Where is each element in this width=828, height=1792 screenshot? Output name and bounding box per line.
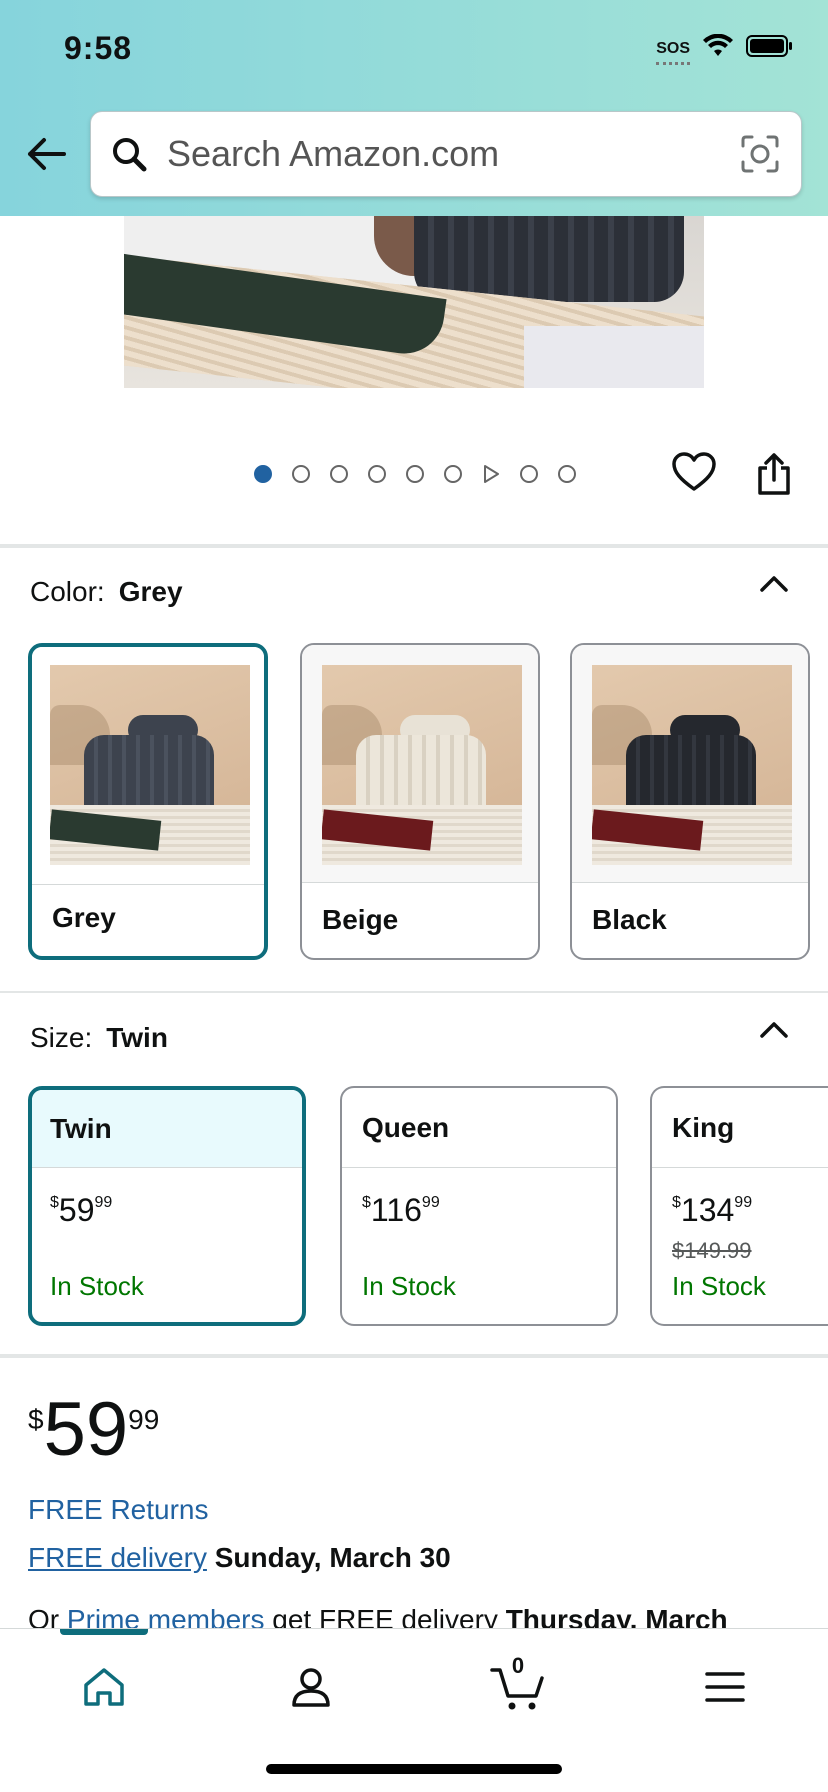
stock-status: In Stock — [672, 1271, 766, 1301]
color-option-label: Grey — [52, 902, 116, 933]
nav-active-indicator — [60, 1629, 148, 1635]
color-option-grey[interactable]: Grey — [28, 643, 268, 960]
nav-cart[interactable]: 0 — [488, 1653, 548, 1717]
price-currency: $ — [28, 1404, 44, 1435]
color-selected-value: Grey — [118, 576, 183, 607]
prime-text: get FREE delivery — [272, 1604, 498, 1630]
carousel-dot-3[interactable] — [330, 465, 348, 483]
nav-home[interactable] — [74, 1657, 134, 1717]
carousel-dot-9[interactable] — [558, 465, 576, 483]
swatch-area — [302, 645, 538, 883]
back-arrow-icon — [28, 138, 66, 170]
stock-status: In Stock — [50, 1271, 144, 1301]
share-icon — [758, 453, 790, 495]
price-whole: 59 — [43, 1387, 129, 1472]
color-thumbnail-black — [592, 665, 792, 865]
nav-account[interactable] — [281, 1657, 341, 1717]
chevron-up-icon — [760, 1022, 788, 1038]
swatch-area — [572, 645, 808, 883]
color-option-label: Beige — [322, 904, 399, 935]
size-option-price: $13499 — [672, 1192, 752, 1229]
color-thumbnail-grey — [50, 665, 250, 865]
collapse-size-button[interactable] — [756, 1012, 792, 1048]
wishlist-button[interactable] — [672, 452, 720, 498]
back-button[interactable] — [22, 130, 70, 178]
price-whole: 116 — [370, 1192, 422, 1228]
color-label-text: Color: — [30, 576, 105, 607]
battery-icon — [746, 34, 794, 63]
home-icon — [84, 1668, 124, 1706]
heart-icon — [672, 452, 716, 491]
swatch-area — [32, 647, 264, 885]
chevron-up-icon — [760, 576, 788, 592]
color-option-beige[interactable]: Beige — [300, 643, 540, 960]
carousel-dot-5[interactable] — [406, 465, 424, 483]
carousel-dot-6[interactable] — [444, 465, 462, 483]
free-returns-link[interactable]: FREE Returns — [28, 1494, 209, 1526]
size-option-price: $11699 — [362, 1192, 440, 1229]
size-option-price: $5999 — [50, 1192, 112, 1229]
price-fraction: 99 — [734, 1194, 753, 1211]
size-label-text: Size: — [30, 1022, 93, 1053]
search-input[interactable] — [167, 133, 707, 175]
header-bar: 9:58 SOS — [0, 0, 828, 216]
size-option-label: Queen — [342, 1088, 616, 1168]
search-icon — [109, 134, 149, 174]
size-option-label: Twin — [32, 1090, 302, 1168]
carousel-dot-1[interactable] — [254, 465, 272, 483]
price-fraction: 99 — [128, 1404, 160, 1435]
price-currency: $ — [672, 1194, 681, 1211]
size-option-twin[interactable]: Twin $5999 In Stock — [28, 1086, 306, 1326]
image-carousel-dots[interactable] — [254, 465, 596, 483]
size-selected-value: Twin — [106, 1022, 168, 1053]
price-currency: $ — [362, 1194, 371, 1211]
price-whole: 59 — [58, 1192, 95, 1228]
hero-pillow — [414, 216, 684, 302]
hero-mattress — [524, 326, 704, 388]
nav-menu[interactable] — [695, 1657, 755, 1717]
home-indicator — [266, 1764, 562, 1774]
size-option-king[interactable]: King $13499 $149.99 In Stock — [650, 1086, 828, 1326]
color-label: Color: Grey — [30, 576, 183, 608]
price-fraction: 99 — [94, 1194, 113, 1211]
search-bar[interactable] — [90, 111, 802, 197]
person-icon — [292, 1668, 330, 1707]
delivery-info: FREE delivery Sunday, March 30 — [28, 1542, 451, 1574]
price-fraction: 99 — [421, 1194, 440, 1211]
carousel-dot-8[interactable] — [520, 465, 538, 483]
wifi-icon — [702, 33, 734, 63]
status-icons: SOS — [656, 33, 794, 65]
carousel-dot-4[interactable] — [368, 465, 386, 483]
section-divider — [0, 544, 828, 548]
camera-search-icon[interactable] — [737, 131, 783, 177]
carousel-dot-2[interactable] — [292, 465, 310, 483]
video-play-icon[interactable] — [482, 465, 500, 483]
sos-indicator: SOS — [656, 39, 690, 65]
share-button[interactable] — [757, 452, 795, 498]
color-thumbnail-beige — [322, 665, 522, 865]
section-divider — [0, 991, 828, 993]
color-option-black[interactable]: Black — [570, 643, 810, 960]
price-currency: $ — [50, 1194, 59, 1211]
status-time: 9:58 — [64, 30, 133, 66]
list-price: $149.99 — [672, 1238, 752, 1263]
size-option-label: King — [652, 1088, 828, 1168]
section-divider — [0, 1354, 828, 1358]
hamburger-menu-icon — [705, 1672, 745, 1702]
cart-count: 0 — [511, 1653, 525, 1678]
product-image[interactable] — [124, 216, 704, 388]
main-price: $ 59 99 — [28, 1390, 159, 1470]
prime-delivery-info: Or Prime members get FREE delivery Thurs… — [28, 1604, 828, 1630]
collapse-color-button[interactable] — [756, 566, 792, 602]
size-option-queen[interactable]: Queen $11699 In Stock — [340, 1086, 618, 1326]
prime-prefix: Or — [28, 1604, 60, 1630]
free-delivery-link[interactable]: FREE delivery — [28, 1542, 207, 1573]
prime-date: Thursday, March — [505, 1604, 728, 1630]
color-option-label: Black — [592, 904, 667, 935]
price-whole: 134 — [680, 1192, 735, 1228]
prime-members-link[interactable]: Prime members — [67, 1604, 265, 1630]
size-label: Size: Twin — [30, 1022, 168, 1054]
delivery-date: Sunday, March 30 — [214, 1542, 451, 1573]
stock-status: In Stock — [362, 1271, 456, 1301]
